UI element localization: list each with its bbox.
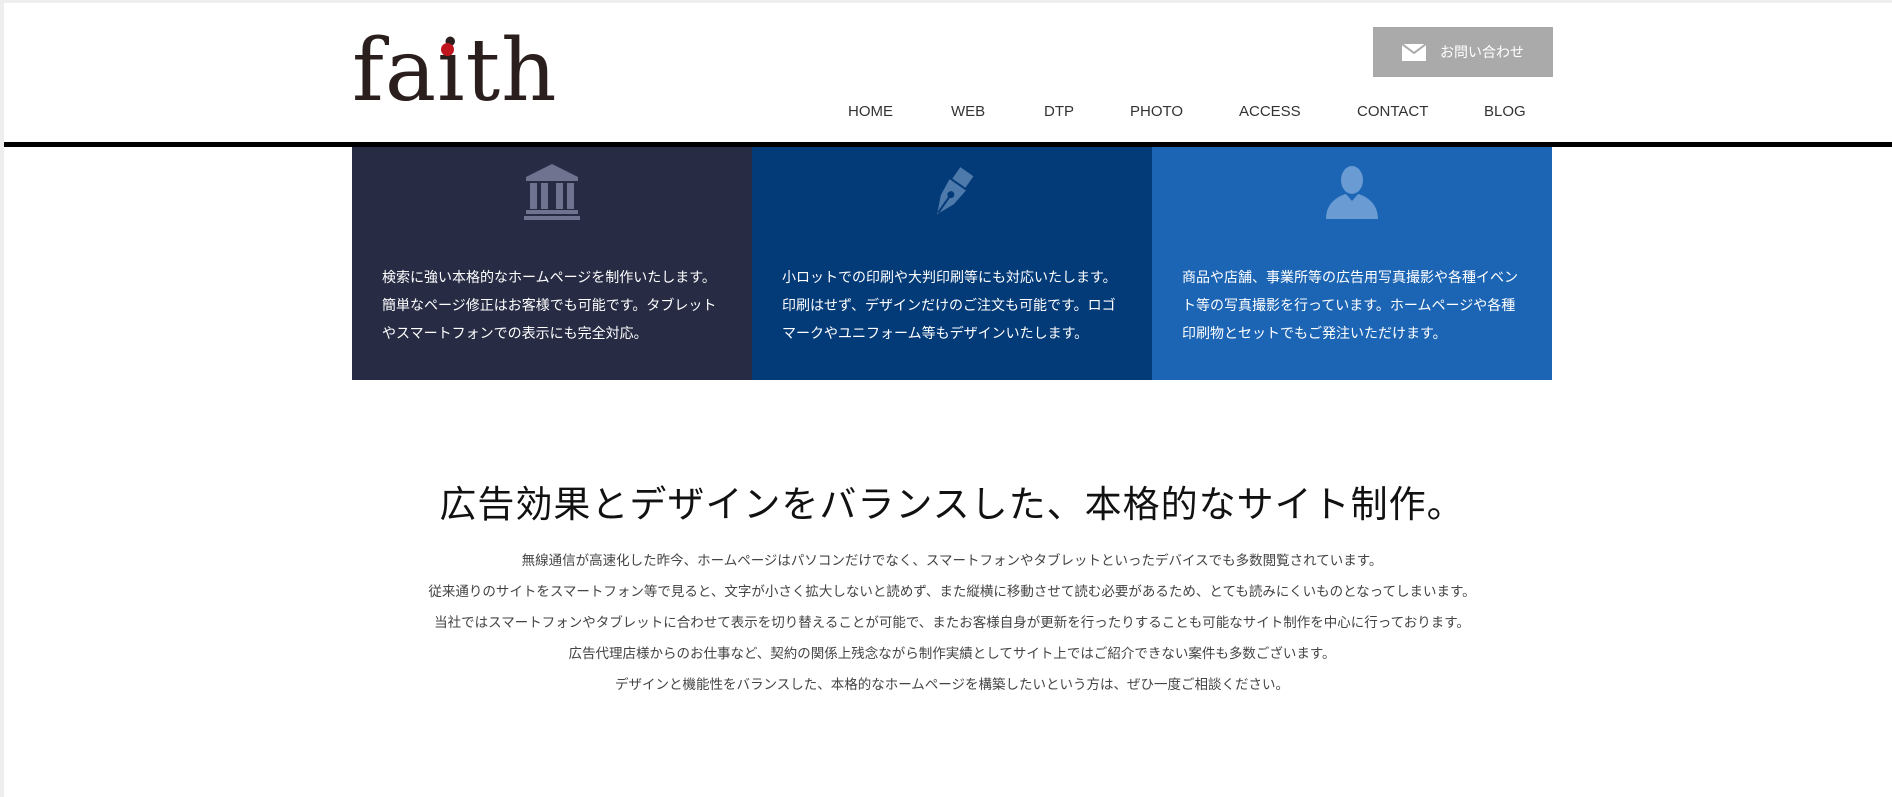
- nav-photo[interactable]: PHOTO: [1130, 103, 1183, 120]
- intro-line: 従来通りのサイトをスマートフォン等で見ると、文字が小さく拡大しないと読めず、また…: [428, 584, 1476, 600]
- pen-nib-icon: [937, 167, 974, 215]
- logo-dot: [441, 43, 454, 56]
- nav-web[interactable]: WEB: [951, 103, 985, 120]
- intro-body: 無線通信が高速化した昨今、ホームページはパソコンだけでなく、スマートフォンやタブ…: [352, 546, 1552, 701]
- bank-icon: [524, 164, 580, 220]
- site-header: faith お問い合わせ HOME WEB DTP PHOTO ACCESS C…: [0, 0, 1892, 143]
- service-dtp-text: 小ロットでの印刷や大判印刷等にも対応いたします。 印刷はせず、デザインだけのご注…: [782, 270, 1117, 342]
- logo: faith: [352, 21, 558, 121]
- nav-blog[interactable]: BLOG: [1484, 103, 1526, 120]
- service-photo-panel[interactable]: 商品や店舗、事業所等の広告用写真撮影や各種イベン ト等の写真撮影を行っています。…: [1152, 147, 1552, 380]
- intro-line: デザインと機能性をバランスした、本格的なホームページを構築したいという方は、ぜひ…: [614, 677, 1290, 693]
- intro-line: 無線通信が高速化した昨今、ホームページはパソコンだけでなく、スマートフォンやタブ…: [521, 553, 1383, 569]
- intro-line: 広告代理店様からのお仕事など、契約の関係上残念ながら制作実績としてサイト上ではご…: [568, 646, 1336, 662]
- section-heading: 広告効果とデザインをバランスした、本格的なサイト制作。: [439, 483, 1465, 526]
- service-dtp-panel[interactable]: 小ロットでの印刷や大判印刷等にも対応いたします。 印刷はせず、デザインだけのご注…: [752, 147, 1152, 380]
- nav-access[interactable]: ACCESS: [1239, 103, 1301, 120]
- service-web-text: 検索に強い本格的なホームページを制作いたします。 簡単なページ修正はお客様でも可…: [382, 270, 717, 342]
- nav-contact[interactable]: CONTACT: [1357, 103, 1428, 120]
- contact-button[interactable]: お問い合わせ: [1373, 27, 1553, 77]
- contact-button-label: お問い合わせ: [1440, 45, 1524, 61]
- logo-link[interactable]: faith: [352, 26, 557, 116]
- user-icon: [1326, 166, 1378, 219]
- nav-dtp[interactable]: DTP: [1044, 103, 1074, 120]
- intro-line: 当社ではスマートフォンやタブレットに合わせて表示を切り替えることが可能で、またお…: [434, 615, 1470, 631]
- service-photo-text: 商品や店舗、事業所等の広告用写真撮影や各種イベン ト等の写真撮影を行っています。…: [1182, 270, 1518, 342]
- mail-icon: [1402, 43, 1426, 61]
- services-panels: 検索に強い本格的なホームページを制作いたします。 簡単なページ修正はお客様でも可…: [352, 147, 1552, 380]
- service-web-panel[interactable]: 検索に強い本格的なホームページを制作いたします。 簡単なページ修正はお客様でも可…: [352, 147, 752, 380]
- nav-home[interactable]: HOME: [848, 103, 893, 120]
